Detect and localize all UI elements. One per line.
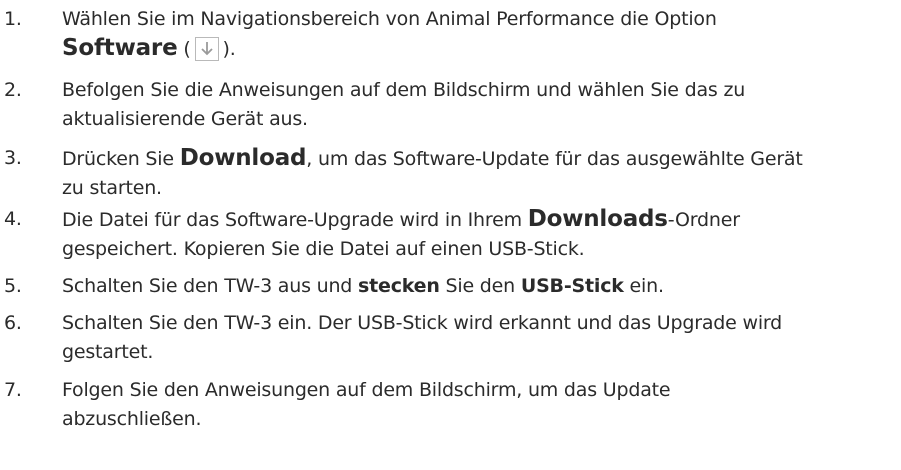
step-number: 5. [4,275,22,297]
step-text-line: Schalten Sie den TW-3 aus und stecken Si… [62,272,892,301]
step-text: Folgen Sie den Anweisungen auf dem Bilds… [62,376,892,434]
step-number: 2. [4,79,22,101]
step-text-segment: Die Datei für das Software-Upgrade wird … [62,209,528,231]
download-keyword: Download [179,145,307,171]
instruction-list: 1. Wählen Sie im Navigationsbereich von … [0,0,901,470]
downloads-keyword: Downloads [527,206,668,232]
step-text: Die Datei für das Software-Upgrade wird … [62,205,892,264]
step-text-line: Die Datei für das Software-Upgrade wird … [62,205,892,235]
step-text: Wählen Sie im Navigationsbereich von Ani… [62,5,892,64]
step-text-segment: -Ordner [667,209,740,231]
step-text-line: gespeichert. Kopieren Sie die Datei auf … [62,238,585,260]
step-text-segment: Schalten Sie den TW-3 aus und [62,275,359,297]
paren-open: ( [177,38,191,60]
step-text: Befolgen Sie die Anweisungen auf dem Bil… [62,76,892,134]
stecken-keyword: stecken [358,275,440,297]
step-text-segment: Sie den [439,275,521,297]
step-number: 7. [4,379,22,401]
step-number: 6. [4,312,22,334]
step-text-line: abzuschließen. [62,408,202,430]
step-text-line: zu starten. [62,177,162,199]
step-text: Schalten Sie den TW-3 ein. Der USB-Stick… [62,309,892,367]
step-text-line: gestartet. [62,341,154,363]
step-text: Drücken Sie Download, um das Software-Up… [62,144,892,203]
step-text-line: aktualisierende Gerät aus. [62,108,308,130]
step-text-segment: ein. [623,275,664,297]
step-text-line: Software (). [62,34,892,64]
step-text: Schalten Sie den TW-3 aus und stecken Si… [62,272,892,301]
step-text-segment: Drücken Sie [62,148,180,170]
paren-close: ). [222,38,236,60]
step-text-segment: , um das Software-Update für das ausgewä… [306,148,803,170]
step-text-line: Folgen Sie den Anweisungen auf dem Bilds… [62,379,671,401]
download-arrow-icon [194,37,219,61]
step-text-line: Schalten Sie den TW-3 ein. Der USB-Stick… [62,312,783,334]
step-number: 1. [4,8,22,30]
step-text-line: Wählen Sie im Navigationsbereich von Ani… [62,8,717,30]
software-option-label: Software [62,35,178,61]
step-number: 3. [4,147,22,169]
step-text-line: Befolgen Sie die Anweisungen auf dem Bil… [62,79,746,101]
usb-stick-keyword: USB-Stick [520,275,624,297]
step-number: 4. [4,208,22,230]
step-text-line: Drücken Sie Download, um das Software-Up… [62,144,892,174]
